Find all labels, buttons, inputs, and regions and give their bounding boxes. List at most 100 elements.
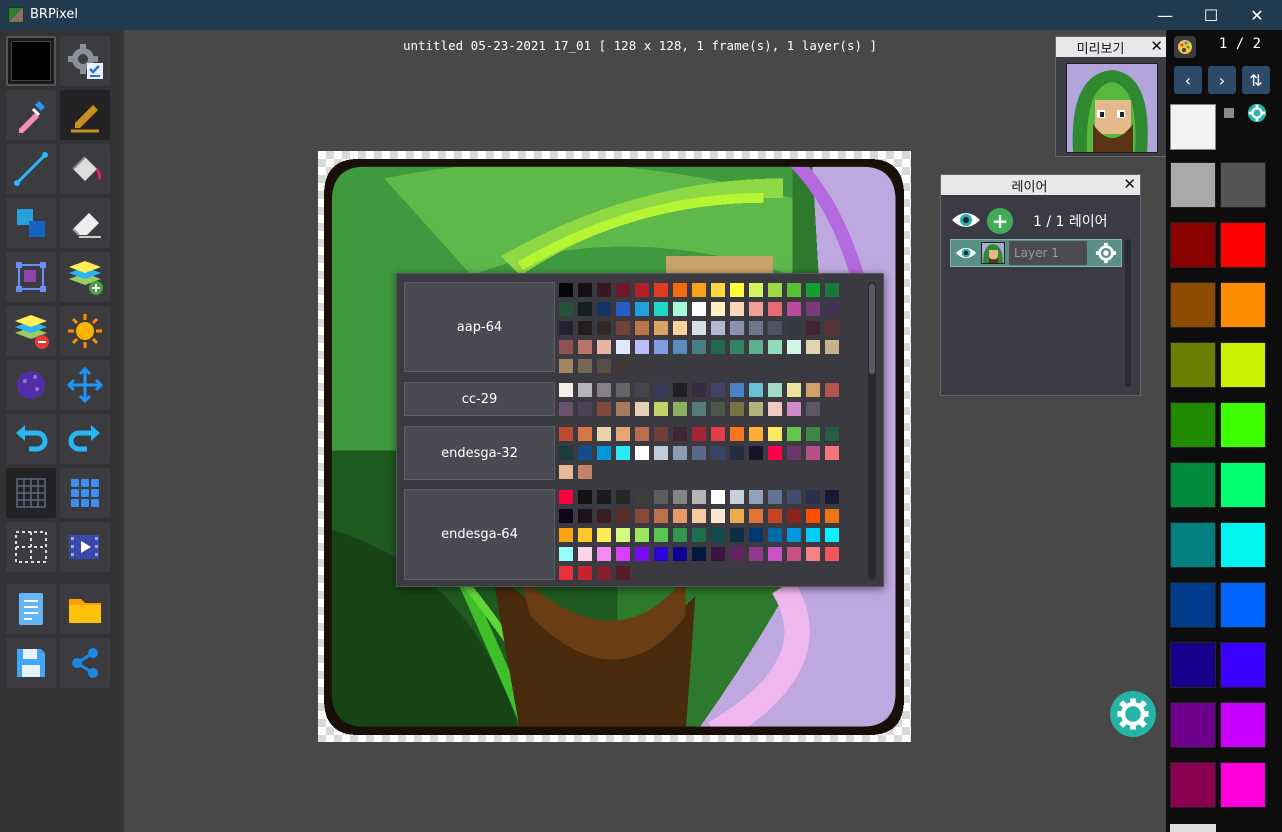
palette-color-swatch[interactable]	[730, 340, 744, 354]
palette-color-swatch[interactable]	[597, 283, 611, 297]
color-swatch[interactable]	[1220, 702, 1266, 748]
palette-color-swatch[interactable]	[597, 359, 611, 373]
color-swatch[interactable]	[1220, 342, 1266, 388]
color-swatch[interactable]	[1170, 162, 1216, 208]
brightness-tool-button[interactable]	[60, 306, 110, 356]
color-swatch[interactable]	[1170, 582, 1216, 628]
palette-color-swatch[interactable]	[559, 465, 573, 479]
palette-color-swatch[interactable]	[711, 283, 725, 297]
palette-color-swatch[interactable]	[578, 321, 592, 335]
pen-tool-button[interactable]	[60, 90, 110, 140]
palette-color-swatch[interactable]	[825, 340, 839, 354]
bucket-tool-button[interactable]	[60, 144, 110, 194]
palette-color-swatch[interactable]	[787, 383, 801, 397]
palette-color-swatch[interactable]	[635, 302, 649, 316]
palette-color-swatch[interactable]	[578, 383, 592, 397]
palette-color-swatch[interactable]	[806, 509, 820, 523]
palette-color-swatch[interactable]	[578, 359, 592, 373]
layers-panel-header[interactable]: 레이어 ✕	[941, 175, 1140, 195]
line-tool-button[interactable]	[6, 144, 56, 194]
palette-color-swatch[interactable]	[597, 340, 611, 354]
palette-color-swatch[interactable]	[825, 446, 839, 460]
palette-color-swatch[interactable]	[730, 547, 744, 561]
palette-color-swatch[interactable]	[597, 528, 611, 542]
palette-color-swatch[interactable]	[597, 383, 611, 397]
eraser-tool-button[interactable]	[60, 198, 110, 248]
palette-color-swatch[interactable]	[768, 509, 782, 523]
palette-color-swatch[interactable]	[616, 547, 630, 561]
color-swatch-partial[interactable]	[1170, 824, 1216, 832]
palette-button-cc-29[interactable]: cc-29	[404, 382, 555, 416]
palette-color-swatch[interactable]	[616, 446, 630, 460]
palette-color-swatch[interactable]	[825, 528, 839, 542]
palette-color-swatch[interactable]	[654, 547, 668, 561]
palette-color-swatch[interactable]	[654, 383, 668, 397]
palette-color-swatch[interactable]	[806, 427, 820, 441]
prev-color-page-button[interactable]: ‹	[1174, 66, 1202, 94]
palette-color-swatch[interactable]	[578, 509, 592, 523]
color-swatch[interactable]	[1170, 282, 1216, 328]
notes-button[interactable]	[6, 584, 56, 634]
palette-color-swatch[interactable]	[673, 402, 687, 416]
maximize-button[interactable]: ☐	[1188, 0, 1234, 30]
palette-color-swatch[interactable]	[749, 402, 763, 416]
close-layers-button[interactable]: ✕	[1123, 175, 1136, 193]
color-settings-button[interactable]	[1246, 102, 1268, 128]
palette-color-swatch[interactable]	[578, 465, 592, 479]
palette-color-swatch[interactable]	[654, 446, 668, 460]
color-swatch[interactable]	[1170, 522, 1216, 568]
palette-color-swatch[interactable]	[692, 340, 706, 354]
minimize-button[interactable]: —	[1142, 0, 1188, 30]
color-swatch[interactable]	[1170, 702, 1216, 748]
palette-swatches-cc-29[interactable]	[559, 383, 844, 421]
undo-button[interactable]	[6, 414, 56, 464]
preview-thumbnail[interactable]	[1066, 63, 1158, 153]
palette-color-swatch[interactable]	[730, 402, 744, 416]
palette-button-endesga-32[interactable]: endesga-32	[404, 426, 555, 480]
palette-color-swatch[interactable]	[768, 547, 782, 561]
color-swatch[interactable]	[1220, 462, 1266, 508]
palette-color-swatch[interactable]	[578, 302, 592, 316]
palette-color-swatch[interactable]	[559, 509, 573, 523]
palette-color-swatch[interactable]	[806, 402, 820, 416]
color-swatch[interactable]	[1170, 402, 1216, 448]
palette-color-swatch[interactable]	[616, 302, 630, 316]
preview-panel-header[interactable]: 미리보기 ✕	[1056, 37, 1167, 57]
color-swatch[interactable]	[1220, 282, 1266, 328]
palette-color-swatch[interactable]	[768, 528, 782, 542]
palette-color-swatch[interactable]	[635, 427, 649, 441]
palette-color-swatch[interactable]	[654, 490, 668, 504]
palette-color-swatch[interactable]	[692, 509, 706, 523]
palette-color-swatch[interactable]	[749, 340, 763, 354]
next-color-page-button[interactable]: ›	[1208, 66, 1236, 94]
palette-color-swatch[interactable]	[749, 547, 763, 561]
palette-color-swatch[interactable]	[711, 402, 725, 416]
palette-color-swatch[interactable]	[768, 283, 782, 297]
layer-name-input[interactable]: Layer 1	[1009, 241, 1087, 265]
palette-color-swatch[interactable]	[559, 566, 573, 580]
palette-color-swatch[interactable]	[578, 283, 592, 297]
color-swatch[interactable]	[1220, 522, 1266, 568]
palette-color-swatch[interactable]	[749, 446, 763, 460]
palette-color-swatch[interactable]	[806, 340, 820, 354]
color-swatch[interactable]	[1170, 642, 1216, 688]
palette-color-swatch[interactable]	[673, 321, 687, 335]
palette-color-swatch[interactable]	[616, 283, 630, 297]
delete-layer-tool-button[interactable]	[6, 306, 56, 356]
palette-color-swatch[interactable]	[692, 402, 706, 416]
palette-color-swatch[interactable]	[730, 321, 744, 335]
palette-color-swatch[interactable]	[578, 490, 592, 504]
palette-color-swatch[interactable]	[635, 547, 649, 561]
copy-selection-tool-button[interactable]	[6, 198, 56, 248]
palette-color-swatch[interactable]	[673, 509, 687, 523]
palette-color-swatch[interactable]	[616, 490, 630, 504]
palette-color-swatch[interactable]	[597, 547, 611, 561]
palette-color-swatch[interactable]	[654, 427, 668, 441]
palette-color-swatch[interactable]	[578, 566, 592, 580]
color-swatch[interactable]	[1220, 762, 1266, 808]
palette-color-swatch[interactable]	[578, 402, 592, 416]
color-wheel-tool-button[interactable]	[6, 360, 56, 410]
palette-color-swatch[interactable]	[825, 427, 839, 441]
palette-color-swatch[interactable]	[654, 302, 668, 316]
palette-color-swatch[interactable]	[559, 321, 573, 335]
